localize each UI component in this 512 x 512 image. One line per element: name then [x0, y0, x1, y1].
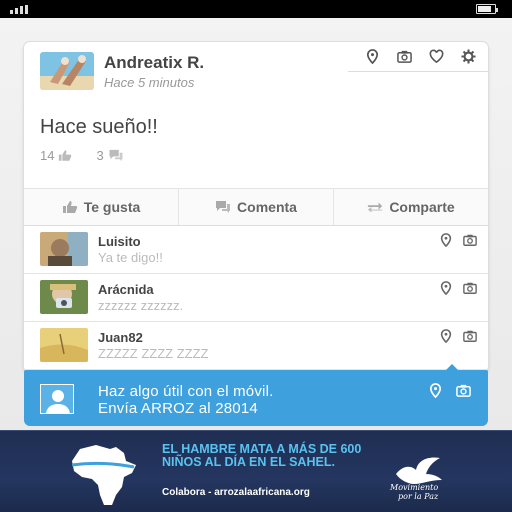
post-toolbar [362, 46, 478, 66]
comment-tools [438, 232, 478, 248]
pin-icon[interactable] [438, 328, 454, 344]
list-item[interactable]: Juan82 ZZZZZ ZZZZ ZZZZ [24, 322, 488, 370]
comments-count: 3 [96, 148, 123, 163]
signal-icon [10, 5, 28, 14]
author-avatar[interactable] [40, 52, 94, 90]
comment-text: Ya te digo!! [98, 250, 163, 265]
banner-headline: EL HAMBRE MATA A MÁS DE 600 NIÑOS AL DÍA… [162, 442, 362, 469]
africa-map-icon [71, 445, 136, 505]
pin-icon[interactable] [438, 232, 454, 248]
pin-icon[interactable] [438, 280, 454, 296]
post-header: Andreatix R. Hace 5 minutos [24, 42, 488, 106]
comment-tools [438, 328, 478, 344]
comment-text: zzzzzz zzzzzz. [98, 298, 184, 313]
post-actions: Te gusta Comenta Comparte [24, 188, 488, 226]
comment-button[interactable]: Comenta [179, 189, 334, 225]
pin-icon[interactable] [426, 382, 444, 398]
comments-count-value: 3 [96, 148, 104, 163]
app-screen: Andreatix R. Hace 5 minutos Hace sueño!! [0, 18, 512, 430]
avatar[interactable] [40, 328, 88, 362]
likes-count-value: 14 [40, 148, 55, 163]
camera-icon[interactable] [394, 46, 414, 66]
comment-author[interactable]: Arácnida [98, 282, 154, 297]
share-button-label: Comparte [389, 199, 455, 215]
toolbar-divider [348, 71, 488, 72]
post-card: Andreatix R. Hace 5 minutos Hace sueño!! [24, 42, 488, 372]
user-silhouette-icon [40, 384, 74, 414]
comment-list: Luisito Ya te digo!! Arácnida zzzzzz zzz… [24, 226, 488, 370]
battery-icon [476, 4, 498, 14]
logo-line-1: Movimiento [390, 483, 439, 492]
post-time: Hace 5 minutos [104, 75, 195, 90]
compose-message-line1: Haz algo útil con el móvil. [98, 383, 274, 400]
thumbs-up-icon [62, 201, 77, 213]
comment-button-label: Comenta [237, 199, 297, 215]
heart-icon[interactable] [426, 46, 446, 66]
list-item[interactable]: Arácnida zzzzzz zzzzzz. [24, 274, 488, 322]
avatar[interactable] [40, 280, 88, 314]
banner-logo-text: Movimiento por la Paz [390, 483, 438, 501]
list-item[interactable]: Luisito Ya te digo!! [24, 226, 488, 274]
avatar[interactable] [40, 232, 88, 266]
banner-link[interactable]: Colabora - arrozalaafricana.org [162, 487, 310, 498]
like-button-label: Te gusta [83, 199, 141, 215]
comment-author[interactable]: Luisito [98, 234, 141, 249]
camera-icon[interactable] [462, 232, 478, 248]
thumbs-up-icon [59, 150, 72, 161]
logo-line-2: por la Paz [398, 492, 439, 501]
comment-text: ZZZZZ ZZZZ ZZZZ [98, 346, 209, 361]
compose-bar[interactable]: Haz algo útil con el móvil. Envía ARROZ … [24, 364, 488, 426]
camera-icon[interactable] [454, 382, 472, 398]
camera-icon[interactable] [462, 328, 478, 344]
post-text: Hace sueño!! [40, 116, 158, 138]
camera-icon[interactable] [462, 280, 478, 296]
compose-message-line2: Envía ARROZ al 28014 [98, 400, 258, 417]
author-name[interactable]: Andreatix R. [104, 53, 204, 73]
ad-banner[interactable]: EL HAMBRE MATA A MÁS DE 600 NIÑOS AL DÍA… [0, 430, 512, 512]
speech-bubble-icon [216, 201, 231, 213]
speech-bubble-icon [109, 149, 123, 162]
share-arrows-icon [368, 202, 383, 213]
gear-icon[interactable] [458, 46, 478, 66]
share-button[interactable]: Comparte [334, 189, 488, 225]
post-stats: 14 3 [40, 148, 124, 163]
like-button[interactable]: Te gusta [24, 189, 179, 225]
pin-icon[interactable] [362, 46, 382, 66]
comment-tools [438, 280, 478, 296]
status-bar [0, 0, 512, 18]
compose-tools [426, 382, 472, 398]
likes-count: 14 [40, 148, 72, 163]
comment-author[interactable]: Juan82 [98, 330, 143, 345]
